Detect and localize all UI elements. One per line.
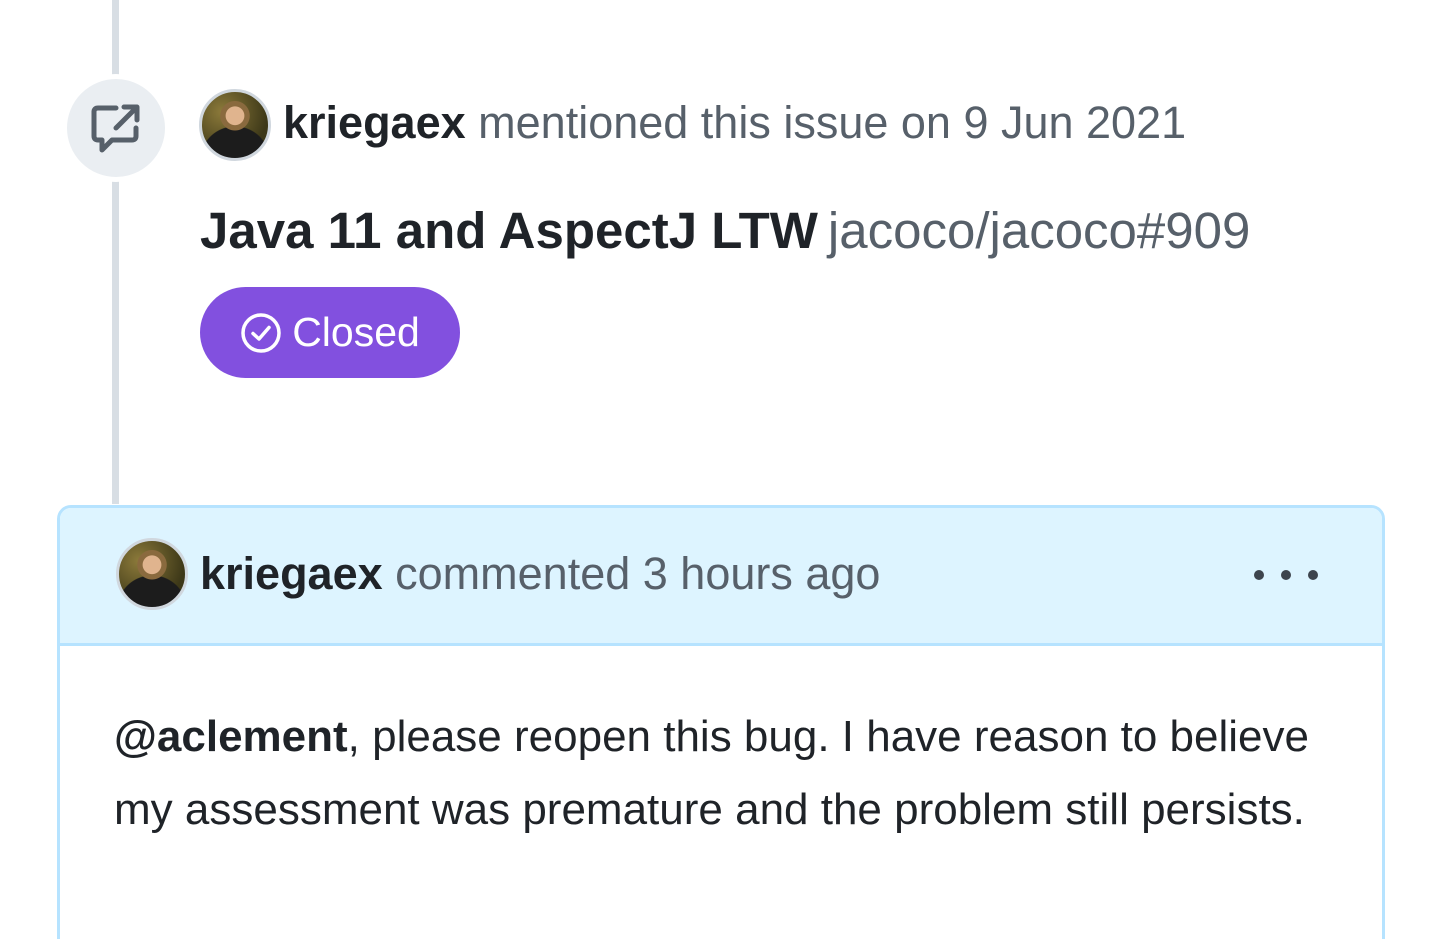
user-mention-link[interactable]: @aclement <box>114 712 348 761</box>
avatar[interactable] <box>199 89 271 161</box>
cross-reference-icon <box>91 104 140 153</box>
event-header: kriegaex mentioned this issue on 9 Jun 2… <box>283 96 1186 150</box>
status-badge-label: Closed <box>292 309 420 355</box>
avatar[interactable] <box>116 538 188 610</box>
status-badge: Closed <box>200 287 460 378</box>
referenced-issue-title[interactable]: Java 11 and AspectJ LTW <box>200 202 818 259</box>
event-author-link[interactable]: kriegaex <box>283 97 466 148</box>
comment-author-link[interactable]: kriegaex <box>200 548 383 599</box>
cross-reference-badge <box>62 74 170 182</box>
comment: kriegaex commented 3 hours ago @aclement… <box>57 505 1385 939</box>
comment-header: kriegaex commented 3 hours ago <box>60 508 1382 646</box>
check-circle-icon <box>241 312 281 353</box>
kebab-horizontal-icon[interactable] <box>1254 555 1318 595</box>
event-action-text: mentioned this issue on 9 Jun 2021 <box>478 97 1187 148</box>
issue-timeline: kriegaex mentioned this issue on 9 Jun 2… <box>0 0 1440 939</box>
comment-body: @aclement, please reopen this bug. I hav… <box>114 700 1344 846</box>
comment-timestamp[interactable]: commented 3 hours ago <box>395 548 880 599</box>
referenced-issue[interactable]: Java 11 and AspectJ LTW jacoco/jacoco#909 <box>200 200 1250 262</box>
referenced-issue-ref[interactable]: jacoco/jacoco#909 <box>828 202 1250 259</box>
comment-meta: kriegaex commented 3 hours ago <box>200 547 880 601</box>
